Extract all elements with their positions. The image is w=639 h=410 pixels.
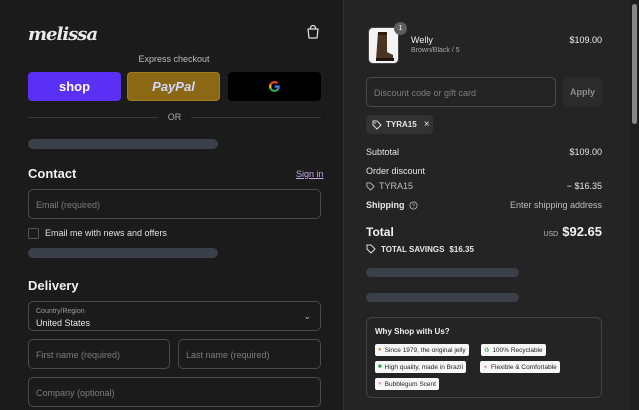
remove-discount-icon[interactable]: ×	[424, 119, 430, 130]
badge-label: Bubblegum Scent	[384, 380, 436, 388]
chevron-down-icon: ⌄	[303, 311, 311, 321]
discount-code-field[interactable]: Discount code or gift card	[366, 77, 556, 107]
svg-text:?: ?	[412, 203, 415, 209]
shop-pay-button[interactable]: shop	[28, 72, 121, 101]
email-placeholder: Email (required)	[36, 200, 101, 210]
help-icon[interactable]: ?	[408, 200, 418, 210]
first-name-field[interactable]: First name (required)	[28, 339, 170, 369]
country-select[interactable]: Country/Region United States ⌄	[28, 301, 321, 331]
order-discount-code-row: TYRA15	[366, 181, 413, 191]
badge-label: Since 1979, the original jelly	[384, 346, 466, 354]
contact-title: Contact	[28, 166, 77, 181]
badge-original-jelly: ● Since 1979, the original jelly	[375, 344, 469, 356]
country-label: Country/Region	[36, 308, 85, 315]
product-thumbnail	[368, 27, 399, 64]
applied-discount-chip: TYRA15 ×	[366, 115, 433, 134]
loading-placeholder	[366, 268, 519, 277]
total-savings: TOTAL SAVINGS $16.35	[366, 244, 474, 254]
company-field[interactable]: Company (optional)	[28, 377, 321, 407]
total-currency: USD	[543, 231, 559, 238]
loading-placeholder	[366, 293, 519, 302]
savings-label: TOTAL SAVINGS	[381, 244, 445, 254]
newsletter-checkbox[interactable]	[28, 228, 39, 239]
product-variant: Brown/Black / 5	[411, 47, 460, 54]
shipping-row: Shipping ?	[366, 200, 418, 210]
country-value: United States	[36, 318, 91, 328]
badge-flexible: ✦ Flexible & Comfortable	[480, 361, 560, 373]
order-discount-label: Order discount	[366, 166, 426, 176]
tag-icon	[372, 120, 382, 130]
or-text: OR	[167, 112, 182, 122]
total-label: Total	[366, 225, 394, 239]
badge-bubblegum: ● Bubblegum Scent	[375, 378, 439, 390]
last-name-placeholder: Last name (required)	[186, 350, 270, 360]
badge-label: High quality, made in Brazil	[384, 363, 463, 371]
boot-image	[376, 32, 394, 61]
total-amount: USD $92.65	[543, 224, 602, 239]
subtotal-value: $109.00	[569, 147, 602, 157]
why-shop-box: Why Shop with Us? ● Since 1979, the orig…	[366, 317, 602, 398]
loading-placeholder	[28, 248, 218, 258]
discount-placeholder: Discount code or gift card	[374, 88, 477, 98]
product-name: Welly	[411, 35, 433, 45]
why-shop-title: Why Shop with Us?	[375, 327, 450, 336]
google-pay-button[interactable]	[228, 72, 321, 101]
shop-pay-label: shop	[58, 79, 91, 94]
product-price: $109.00	[569, 35, 602, 45]
shopping-bag-icon[interactable]	[305, 24, 321, 40]
google-icon	[269, 81, 280, 92]
savings-tag-icon	[366, 244, 376, 254]
subtotal-label: Subtotal	[366, 147, 400, 157]
company-placeholder: Company (optional)	[36, 388, 115, 398]
email-field[interactable]: Email (required)	[28, 189, 321, 219]
order-discount-code: TYRA15	[379, 181, 414, 191]
loading-placeholder	[28, 139, 218, 149]
tag-icon	[366, 181, 375, 191]
applied-code-text: TYRA15	[386, 120, 417, 129]
savings-value: $16.35	[449, 244, 474, 254]
badge-recyclable: ♻ 100% Recyclable	[481, 344, 546, 356]
sign-in-link[interactable]: Sign in	[296, 169, 324, 179]
paypal-label: PayPal	[152, 79, 195, 94]
total-value: $92.65	[562, 224, 602, 239]
jelly-icon: ●	[378, 347, 382, 353]
discount-amount: − $16.35	[566, 181, 602, 191]
badge-label: Flexible & Comfortable	[491, 363, 557, 371]
or-divider: OR	[28, 112, 321, 122]
badge-label: 100% Recyclable	[492, 346, 543, 354]
express-checkout-label: Express checkout	[138, 54, 210, 64]
shipping-label: Shipping	[366, 200, 405, 210]
badge-made-in-brazil: ■ High quality, made in Brazil	[375, 361, 466, 373]
paypal-button[interactable]: PayPal	[127, 72, 220, 101]
quantity-badge: 1	[394, 22, 407, 35]
scrollbar-thumb[interactable]	[632, 4, 637, 124]
sparkle-icon: ✦	[483, 364, 489, 371]
brand-logo[interactable]: melissa	[28, 24, 98, 45]
last-name-field[interactable]: Last name (required)	[178, 339, 321, 369]
recycle-icon: ♻	[484, 347, 490, 354]
brazil-flag-icon: ■	[378, 364, 382, 370]
apply-button[interactable]: Apply	[563, 77, 602, 107]
shipping-value: Enter shipping address	[509, 200, 602, 210]
first-name-placeholder: First name (required)	[36, 350, 121, 360]
delivery-title: Delivery	[28, 278, 79, 293]
bubblegum-icon: ●	[378, 381, 382, 387]
newsletter-label[interactable]: Email me with news and offers	[45, 228, 167, 238]
